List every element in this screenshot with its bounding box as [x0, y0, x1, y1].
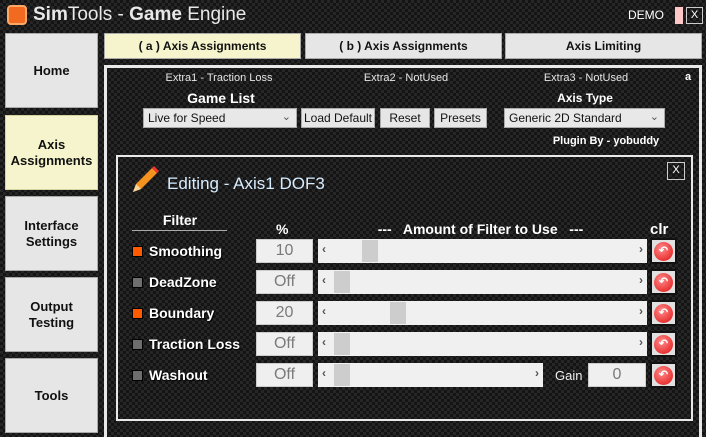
traction-loss-clear-button[interactable]: ↶	[650, 331, 677, 357]
undo-icon: ↶	[654, 365, 673, 385]
deadzone-clear-button[interactable]: ↶	[650, 269, 677, 295]
chevron-left-icon[interactable]: ‹	[322, 366, 326, 380]
extra2-label: Extra2 - NotUsed	[363, 72, 449, 84]
tab-a-axis-assignments[interactable]: ( a ) Axis Assignments	[104, 33, 301, 59]
chevron-left-icon[interactable]: ‹	[322, 304, 326, 318]
sidebar-item-home[interactable]: Home	[5, 33, 98, 108]
sidebar-item-output-testing[interactable]: Output Testing	[5, 277, 98, 352]
chevron-left-icon[interactable]: ‹	[322, 242, 326, 256]
tab-b-axis-assignments[interactable]: ( b ) Axis Assignments	[305, 33, 502, 59]
chevron-down-icon: ⌄	[281, 111, 291, 123]
tab-axis-limiting[interactable]: Axis Limiting	[505, 33, 702, 59]
washout-clear-button[interactable]: ↶	[650, 362, 677, 388]
chevron-left-icon[interactable]: ‹	[322, 335, 326, 349]
boundary-value[interactable]: 20	[256, 301, 313, 325]
game-list-value: Live for Speed	[148, 111, 226, 125]
washout-toggle[interactable]	[132, 370, 143, 381]
chevron-right-icon[interactable]: ›	[639, 242, 643, 256]
washout-slider[interactable]: ‹ ›	[318, 363, 543, 387]
deadzone-label: DeadZone	[149, 274, 217, 290]
undo-icon: ↶	[654, 272, 673, 292]
boundary-toggle[interactable]	[132, 308, 143, 319]
gain-label: Gain	[555, 368, 583, 383]
corner-label: a	[685, 71, 692, 83]
reset-button[interactable]: Reset	[380, 108, 430, 128]
presets-button[interactable]: Presets	[434, 108, 487, 128]
game-list-dropdown[interactable]: Live for Speed ⌄	[143, 108, 297, 128]
smoothing-clear-button[interactable]: ↶	[650, 238, 677, 264]
pencil-icon	[133, 166, 159, 192]
chevron-right-icon[interactable]: ›	[639, 335, 643, 349]
undo-icon: ↶	[654, 241, 673, 261]
washout-value[interactable]: Off	[256, 363, 313, 387]
deadzone-slider[interactable]: ‹ ›	[318, 270, 647, 294]
editor-close-button[interactable]: X	[667, 162, 685, 180]
slider-thumb[interactable]	[334, 333, 350, 355]
plugin-by-label: Plugin By - yobuddy	[552, 135, 660, 147]
slider-thumb[interactable]	[334, 271, 350, 293]
washout-label: Washout	[149, 367, 208, 383]
smoothing-label: Smoothing	[149, 243, 223, 259]
slider-thumb[interactable]	[389, 302, 406, 324]
sidebar-item-axis-assignments[interactable]: Axis Assignments	[5, 115, 98, 190]
chevron-left-icon[interactable]: ‹	[322, 273, 326, 287]
amount-header: --- Amount of Filter to Use ---	[377, 221, 584, 237]
smoothing-toggle[interactable]	[132, 246, 143, 257]
smoothing-slider[interactable]: ‹ ›	[318, 239, 647, 263]
extra1-label: Extra1 - Traction Loss	[165, 72, 273, 84]
editor-title: Editing - Axis1 DOF3	[167, 174, 325, 193]
deadzone-toggle[interactable]	[132, 277, 143, 288]
gain-input[interactable]: 0	[588, 363, 646, 387]
game-list-label: Game List	[187, 90, 255, 106]
smoothing-value[interactable]: 10	[256, 239, 313, 263]
boundary-clear-button[interactable]: ↶	[650, 300, 677, 326]
sidebar-item-interface-settings[interactable]: Interface Settings	[5, 196, 98, 271]
boundary-label: Boundary	[149, 305, 215, 321]
traction-loss-slider[interactable]: ‹ ›	[318, 332, 647, 356]
filter-header: Filter	[162, 212, 198, 228]
slider-thumb[interactable]	[361, 240, 378, 262]
demo-label: DEMO	[628, 8, 664, 22]
extra3-label: Extra3 - NotUsed	[543, 72, 629, 84]
slider-thumb[interactable]	[334, 364, 350, 386]
chevron-right-icon[interactable]: ›	[535, 366, 539, 380]
undo-icon: ↶	[654, 334, 673, 354]
traction-loss-label: Traction Loss	[149, 336, 241, 352]
undo-icon: ↶	[654, 303, 673, 323]
axis-type-dropdown[interactable]: Generic 2D Standard ⌄	[504, 108, 665, 128]
axis-type-value: Generic 2D Standard	[509, 111, 622, 125]
chevron-right-icon[interactable]: ›	[639, 273, 643, 287]
chevron-down-icon: ⌄	[649, 111, 659, 123]
traction-loss-value[interactable]: Off	[256, 332, 313, 356]
sidebar-item-tools[interactable]: Tools	[5, 358, 98, 433]
percent-header: %	[276, 221, 289, 237]
boundary-slider[interactable]: ‹ ›	[318, 301, 647, 325]
axis-type-label: Axis Type	[557, 91, 613, 105]
app-logo-icon	[7, 5, 27, 25]
chevron-right-icon[interactable]: ›	[639, 304, 643, 318]
window-title: SimTools - Game Engine	[33, 4, 247, 25]
traction-loss-toggle[interactable]	[132, 339, 143, 350]
close-button[interactable]: X	[686, 7, 703, 24]
clr-header: clr	[650, 221, 669, 238]
filter-divider	[132, 230, 227, 231]
status-indicator	[675, 7, 683, 24]
load-default-button[interactable]: Load Default	[301, 108, 375, 128]
deadzone-value[interactable]: Off	[256, 270, 313, 294]
